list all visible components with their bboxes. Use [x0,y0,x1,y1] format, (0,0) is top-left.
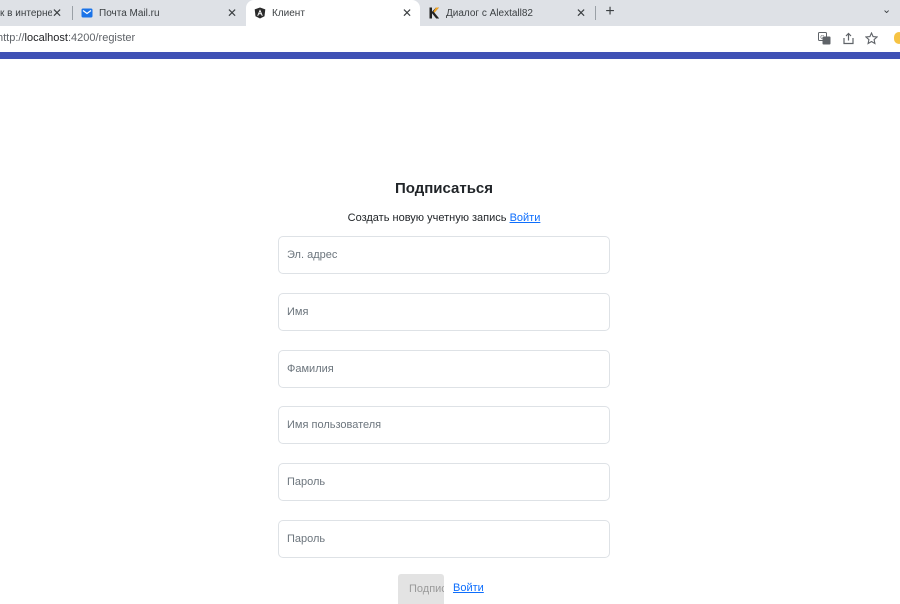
new-tab-button[interactable]: + [600,2,620,22]
email-field[interactable] [278,236,610,274]
tab-dialog[interactable]: Диалог с Alextall82 ✕ [420,0,594,26]
app-toolbar [0,52,900,59]
translate-icon[interactable]: G [817,31,831,45]
url-field[interactable]: http://localhost:4200/register [0,32,135,44]
tab-client[interactable]: Клиент ✕ [246,0,420,26]
url-host: localhost [24,32,68,44]
subtitle-text: Создать новую учетную запись [347,212,507,224]
svg-text:G: G [820,34,824,40]
tab-title: Диалог с Alextall82 [446,7,533,19]
first-name-field[interactable] [278,293,610,331]
confirm-password-field[interactable] [278,520,610,558]
register-subtitle: Создать новую учетную запись Войти [0,212,888,224]
star-icon[interactable] [864,31,878,45]
login-link[interactable]: Войти [510,212,541,224]
register-page: Подписаться Создать новую учетную запись… [0,59,900,604]
last-name-field[interactable] [278,350,610,388]
angular-icon [254,7,266,19]
password-field[interactable] [278,463,610,501]
mail-icon [81,7,93,19]
url-path: :4200/register [67,32,136,44]
tab-strip: к в интернет ✕ Почта Mail.ru ✕ Клиент ✕ … [0,0,900,26]
tab-internet[interactable]: к в интернет ✕ [0,0,70,26]
bottom-login-link[interactable]: Войти [453,582,484,594]
tab-separator [595,6,596,20]
close-icon[interactable]: ✕ [225,6,239,20]
close-icon[interactable]: ✕ [574,6,588,20]
close-icon[interactable]: ✕ [50,6,64,20]
tab-title: к в интернет [0,7,52,19]
address-bar: http://localhost:4200/register G [0,26,900,52]
username-field[interactable] [278,406,610,444]
close-icon[interactable]: ✕ [400,6,414,20]
tab-mail[interactable]: Почта Mail.ru ✕ [73,0,245,26]
tab-title: Почта Mail.ru [99,7,160,19]
url-scheme: http:// [0,32,25,44]
page-title: Подписаться [394,180,494,197]
tab-title: Клиент [272,7,305,19]
profile-avatar[interactable] [894,32,900,44]
share-icon[interactable] [841,31,855,45]
chevron-down-icon[interactable]: ⌄ [882,3,896,17]
k-logo-icon [428,7,440,19]
